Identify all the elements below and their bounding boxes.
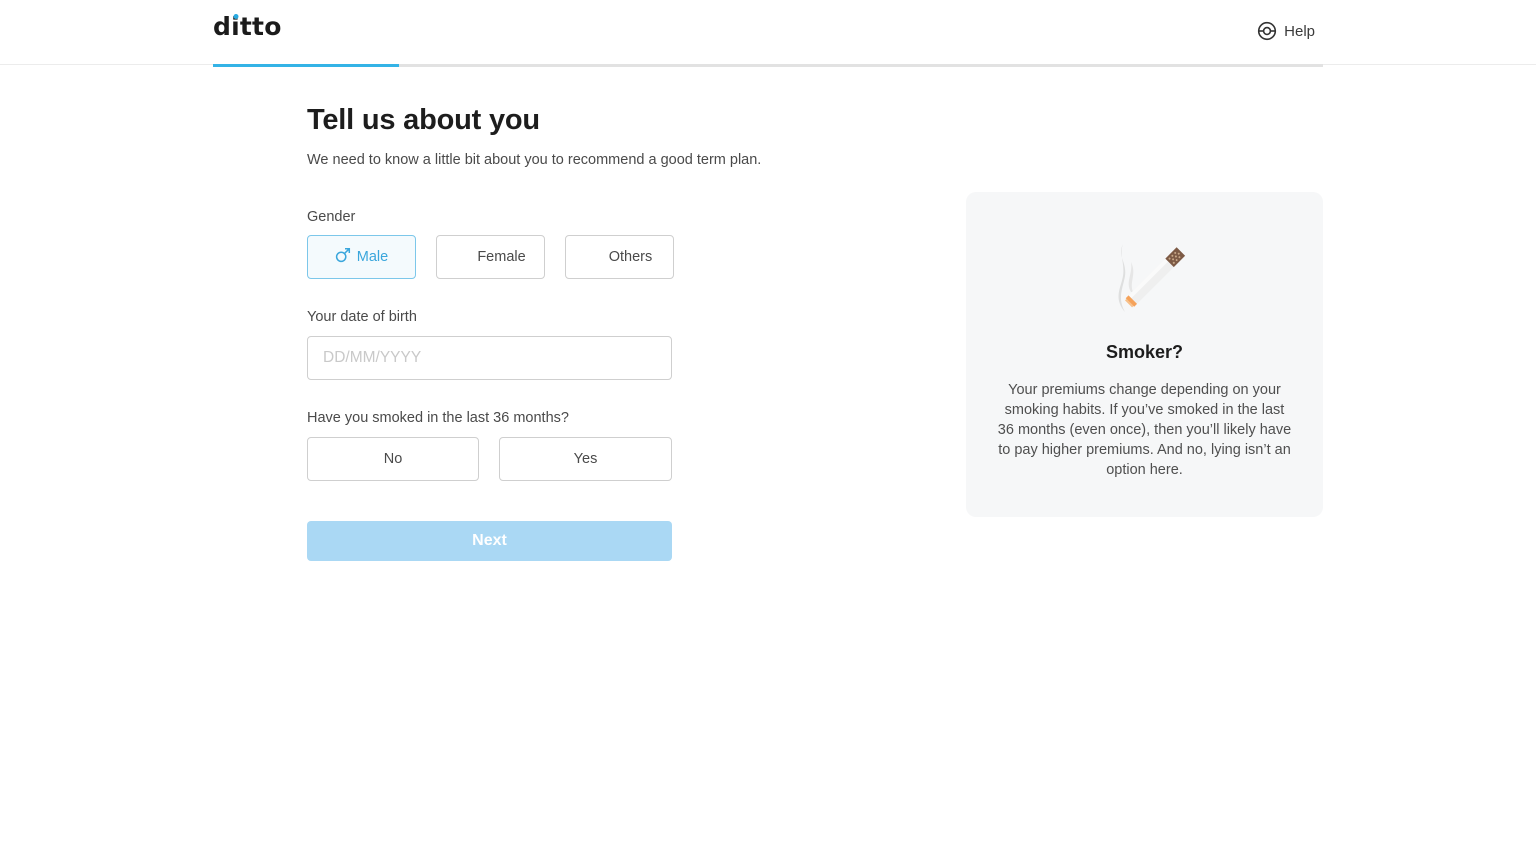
others-symbol-icon — [587, 249, 603, 265]
dob-input[interactable] — [307, 336, 672, 380]
smoke-question-label: Have you smoked in the last 36 months? — [307, 410, 569, 426]
gender-female-button[interactable]: Female — [436, 235, 545, 279]
page-title: Tell us about you — [307, 104, 540, 136]
ditto-logo[interactable]: d itto — [213, 12, 282, 41]
card-title: Smoker? — [1105, 342, 1184, 362]
smoke-yes-button[interactable]: Yes — [499, 437, 672, 481]
smoke-no-button[interactable]: No — [307, 437, 479, 481]
gender-options: Male Female Others — [307, 235, 674, 279]
gender-male-button[interactable]: Male — [307, 235, 416, 279]
gender-label: Gender — [307, 209, 356, 225]
logo-letter-i: i — [231, 12, 240, 41]
male-symbol-icon — [335, 247, 351, 267]
gender-others-label: Others — [608, 249, 653, 265]
help-label: Help — [1284, 22, 1315, 40]
gender-others-button[interactable]: Others — [565, 235, 674, 279]
card-body-text: Your premiums change depending on your s… — [997, 382, 1292, 478]
lifebuoy-icon — [1257, 21, 1277, 41]
logo-letter-d: d — [213, 12, 232, 41]
dob-label: Your date of birth — [307, 309, 417, 325]
smoker-info-card: Smoker? Your premiums change depending o… — [966, 192, 1323, 517]
top-header: d itto Help — [0, 0, 1536, 65]
female-symbol-icon — [455, 249, 471, 265]
progress-fill — [213, 64, 400, 67]
next-button[interactable]: Next — [307, 521, 672, 561]
gender-female-label: Female — [477, 249, 526, 265]
smoke-no-label: No — [383, 451, 403, 467]
help-link[interactable]: Help — [1257, 21, 1315, 41]
progress-bar — [213, 64, 1323, 67]
logo-letters-tto: tto — [239, 12, 282, 41]
smoke-yes-label: Yes — [573, 451, 598, 467]
cigarette-illustration — [1109, 232, 1199, 317]
gender-male-label: Male — [356, 249, 389, 265]
form-section: Tell us about you We need to know a litt… — [307, 104, 867, 561]
smoke-options: No Yes — [307, 437, 672, 481]
logo-dot — [233, 14, 238, 19]
page-subtitle: We need to know a little bit about you t… — [307, 152, 762, 168]
